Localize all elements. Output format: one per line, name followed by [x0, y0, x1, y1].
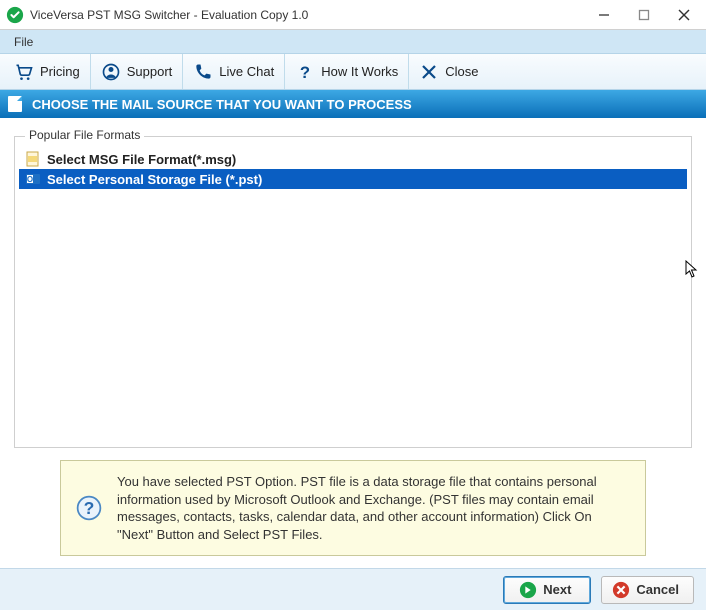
- toolbar-howitworks[interactable]: ? How It Works: [285, 54, 409, 89]
- toolbar-support-label: Support: [127, 64, 173, 79]
- svg-text:?: ?: [300, 62, 310, 81]
- question-icon: ?: [295, 62, 315, 82]
- close-window-button[interactable]: [664, 1, 704, 29]
- svg-text:O: O: [27, 175, 33, 184]
- maximize-button[interactable]: [624, 1, 664, 29]
- window-controls: [584, 1, 704, 29]
- toolbar-livechat-label: Live Chat: [219, 64, 274, 79]
- msg-file-icon: [25, 151, 41, 167]
- pst-file-icon: O: [25, 171, 41, 187]
- toolbar-livechat[interactable]: Live Chat: [183, 54, 285, 89]
- info-box: ? You have selected PST Option. PST file…: [60, 460, 646, 556]
- help-icon: ?: [75, 494, 103, 522]
- group-label: Popular File Formats: [25, 128, 144, 142]
- window-title: ViceVersa PST MSG Switcher - Evaluation …: [30, 8, 584, 22]
- footer: Next Cancel: [0, 568, 706, 610]
- format-pst-row[interactable]: O Select Personal Storage File (*.pst): [19, 169, 687, 189]
- cancel-button-label: Cancel: [636, 582, 679, 597]
- minimize-button[interactable]: [584, 1, 624, 29]
- toolbar-pricing-label: Pricing: [40, 64, 80, 79]
- headset-icon: [101, 62, 121, 82]
- page-icon: [8, 96, 22, 112]
- toolbar-close-label: Close: [445, 64, 478, 79]
- menubar: File: [0, 30, 706, 54]
- phone-icon: [193, 62, 213, 82]
- cart-icon: [14, 62, 34, 82]
- formats-list: Select MSG File Format(*.msg) O Select P…: [19, 149, 687, 189]
- close-icon: [419, 62, 439, 82]
- format-msg-label: Select MSG File Format(*.msg): [47, 152, 236, 167]
- formats-group: Popular File Formats Select MSG File For…: [14, 136, 692, 448]
- cancel-x-icon: [612, 581, 630, 599]
- section-heading: CHOOSE THE MAIL SOURCE THAT YOU WANT TO …: [32, 97, 412, 112]
- section-header: CHOOSE THE MAIL SOURCE THAT YOU WANT TO …: [0, 90, 706, 118]
- next-arrow-icon: [519, 581, 537, 599]
- next-button-label: Next: [543, 582, 571, 597]
- format-pst-label: Select Personal Storage File (*.pst): [47, 172, 262, 187]
- format-msg-row[interactable]: Select MSG File Format(*.msg): [19, 149, 687, 169]
- toolbar-close[interactable]: Close: [409, 54, 488, 89]
- info-text: You have selected PST Option. PST file i…: [117, 473, 631, 543]
- toolbar-pricing[interactable]: Pricing: [4, 54, 91, 89]
- cancel-button[interactable]: Cancel: [601, 576, 694, 604]
- menu-file[interactable]: File: [8, 33, 39, 51]
- toolbar-support[interactable]: Support: [91, 54, 184, 89]
- app-icon: [6, 6, 24, 24]
- next-button[interactable]: Next: [503, 576, 591, 604]
- svg-text:?: ?: [84, 498, 95, 518]
- toolbar-howitworks-label: How It Works: [321, 64, 398, 79]
- titlebar: ViceVersa PST MSG Switcher - Evaluation …: [0, 0, 706, 30]
- content-area: Popular File Formats Select MSG File For…: [0, 118, 706, 568]
- toolbar: Pricing Support Live Chat ? How It Works…: [0, 54, 706, 90]
